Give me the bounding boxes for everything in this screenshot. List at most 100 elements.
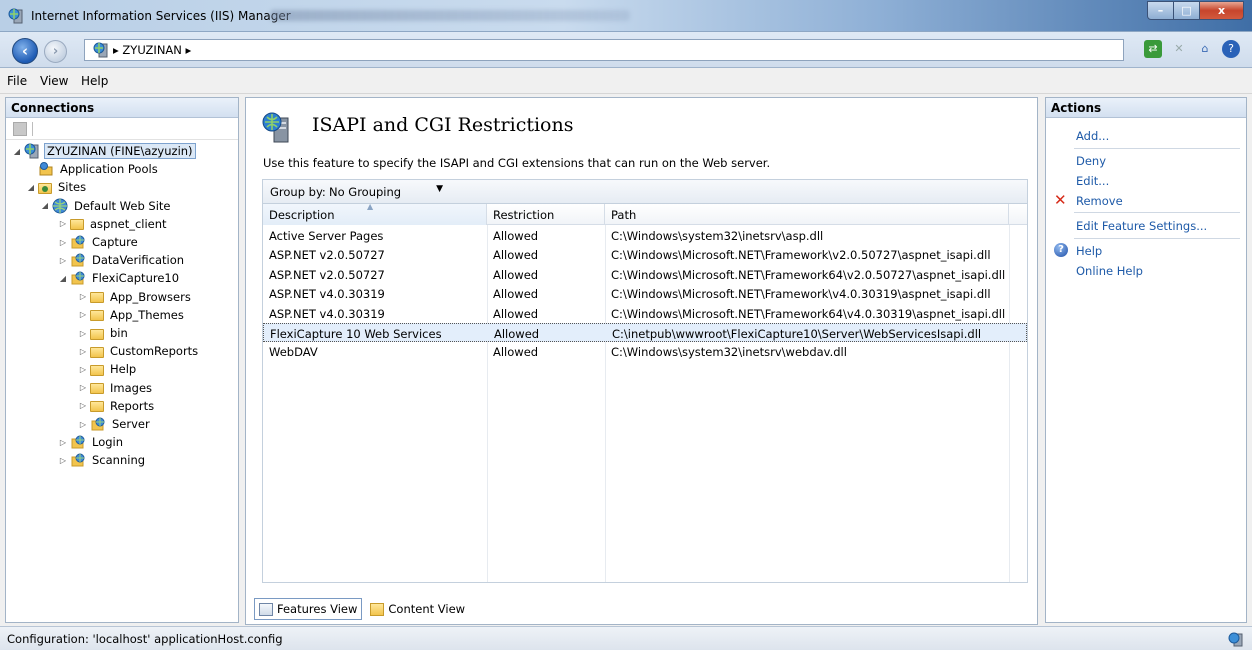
expand-icon[interactable]: ▷ bbox=[58, 456, 68, 465]
tree-node[interactable]: ◢ ZYUZINAN (FINE\azyuzin) bbox=[12, 142, 196, 160]
window-title: Internet Information Services (IIS) Mana… bbox=[31, 9, 291, 23]
cell-restriction: Allowed bbox=[493, 267, 539, 282]
tab-content-view[interactable]: Content View bbox=[366, 598, 469, 620]
help-menu-icon[interactable]: ? bbox=[1222, 40, 1240, 58]
folder-icon bbox=[90, 364, 104, 376]
tree-node[interactable]: ▷ CustomReports bbox=[78, 342, 200, 360]
tree-node[interactable]: ▷ Help bbox=[78, 360, 138, 378]
group-by-select[interactable]: No Grouping ▼ bbox=[329, 183, 447, 199]
status-text: Configuration: 'localhost' applicationHo… bbox=[7, 632, 283, 646]
back-button[interactable]: ‹ bbox=[12, 38, 38, 64]
expand-icon[interactable]: ▷ bbox=[78, 310, 88, 319]
tree-node[interactable]: ▷ Capture bbox=[58, 233, 140, 251]
action-help[interactable]: Help bbox=[1076, 244, 1102, 258]
blurred-caption bbox=[270, 10, 630, 21]
tree-node[interactable]: ▷ aspnet_client bbox=[58, 215, 169, 233]
tree-node[interactable]: ▷ Login bbox=[58, 433, 125, 451]
forward-button[interactable]: › bbox=[44, 40, 67, 63]
expand-icon[interactable]: ▷ bbox=[58, 256, 68, 265]
cell-path: C:\inetpub\wwwroot\FlexiCapture10\Server… bbox=[612, 327, 982, 341]
group-by-value: No Grouping bbox=[329, 185, 402, 199]
page-title: ISAPI and CGI Restrictions bbox=[312, 114, 574, 136]
table-row[interactable]: FlexiCapture 10 Web Services Allowed C:\in… bbox=[263, 323, 1027, 342]
tree-node[interactable]: ▷ Scanning bbox=[58, 451, 147, 469]
tree-node-label: CustomReports bbox=[110, 344, 199, 359]
tree-node-label: Scanning bbox=[92, 453, 146, 468]
address-box[interactable]: ▸ ZYUZINAN ▸ bbox=[84, 39, 1124, 61]
cell-description: ASP.NET v4.0.30319 bbox=[269, 287, 385, 302]
table-row[interactable]: ASP.NET v4.0.30319 Allowed C:\Windows\Micr… bbox=[263, 284, 1027, 303]
tree-node[interactable]: ▷ Reports bbox=[78, 397, 156, 415]
collapse-icon[interactable]: ◢ bbox=[58, 274, 68, 283]
table-row[interactable]: ASP.NET v2.0.50727 Allowed C:\Windows\Micr… bbox=[263, 245, 1027, 264]
action-edit[interactable]: Edit... bbox=[1076, 174, 1109, 188]
expand-icon[interactable]: ▷ bbox=[58, 438, 68, 447]
server-icon bbox=[93, 42, 108, 58]
web-app-icon bbox=[90, 416, 106, 432]
menu-view[interactable]: View bbox=[40, 74, 68, 88]
folder-icon bbox=[90, 383, 104, 395]
tree-node[interactable]: ▷ Images bbox=[78, 379, 154, 397]
column-header-path[interactable]: Path bbox=[605, 204, 1009, 225]
table-row[interactable]: WebDAV Allowed C:\Windows\system32\inetsrv… bbox=[263, 342, 1027, 361]
actions-header: Actions bbox=[1046, 98, 1246, 118]
collapse-icon[interactable]: ◢ bbox=[12, 147, 22, 156]
breadcrumb[interactable]: ▸ ZYUZINAN ▸ bbox=[113, 43, 191, 57]
expand-icon[interactable]: ▷ bbox=[78, 365, 88, 374]
expand-icon[interactable]: ▷ bbox=[78, 347, 88, 356]
tree-node[interactable]: ▷ DataVerification bbox=[58, 251, 186, 269]
tree-node[interactable]: ◢ Sites bbox=[26, 178, 88, 196]
tree-node[interactable]: ◢ FlexiCapture10 bbox=[58, 269, 181, 287]
new-connection-icon[interactable] bbox=[13, 122, 27, 136]
expand-icon[interactable]: ▷ bbox=[78, 383, 88, 392]
column-header-description[interactable]: ▲ Description bbox=[263, 204, 487, 225]
minimize-button[interactable]: – bbox=[1147, 1, 1174, 20]
home-icon[interactable]: ⌂ bbox=[1196, 40, 1214, 58]
tree-node-label: ZYUZINAN (FINE\azyuzin) bbox=[44, 143, 196, 159]
expand-icon[interactable]: ▷ bbox=[58, 219, 68, 228]
tree-node-label: bin bbox=[110, 326, 128, 340]
tree-node-label: Capture bbox=[92, 235, 138, 249]
expand-icon[interactable]: ▷ bbox=[78, 420, 88, 429]
action-edit-feature-settings[interactable]: Edit Feature Settings... bbox=[1076, 219, 1207, 233]
table-row[interactable]: Active Server Pages Allowed C:\Windows\sys… bbox=[263, 226, 1027, 245]
group-by-bar: Group by: No Grouping ▼ bbox=[262, 179, 1028, 203]
tree-node[interactable]: ▷ App_Browsers bbox=[78, 288, 193, 306]
menu-help[interactable]: Help bbox=[81, 74, 108, 88]
table-row[interactable]: ASP.NET v4.0.30319 Allowed C:\Windows\Micr… bbox=[263, 304, 1027, 323]
action-deny[interactable]: Deny bbox=[1076, 154, 1106, 168]
table-row[interactable]: ASP.NET v2.0.50727 Allowed C:\Windows\Micr… bbox=[263, 265, 1027, 284]
cell-restriction: Allowed bbox=[493, 287, 539, 302]
cell-description: WebDAV bbox=[269, 345, 318, 360]
connect-icon[interactable]: ⇄ bbox=[1144, 40, 1162, 58]
expand-icon[interactable]: ▷ bbox=[78, 292, 88, 301]
web-app-icon bbox=[70, 434, 86, 450]
tree-node[interactable]: ▷ Server bbox=[78, 415, 152, 433]
cell-description: Active Server Pages bbox=[269, 229, 384, 243]
cell-path: C:\Windows\system32\inetsrv\asp.dll bbox=[611, 229, 824, 243]
tree-node[interactable]: ▷ bin bbox=[78, 324, 130, 342]
cell-restriction: Allowed bbox=[494, 327, 540, 341]
web-app-icon bbox=[70, 234, 86, 250]
action-add[interactable]: Add... bbox=[1076, 129, 1109, 143]
menu-file[interactable]: File bbox=[7, 74, 27, 88]
column-header-restriction[interactable]: Restriction bbox=[487, 204, 605, 225]
tree-node[interactable]: ▷ App_Themes bbox=[78, 306, 186, 324]
title-bar: Internet Information Services (IIS) Mana… bbox=[0, 0, 1252, 32]
tab-features-view[interactable]: Features View bbox=[254, 598, 363, 620]
folder-icon bbox=[90, 328, 104, 340]
action-remove[interactable]: Remove bbox=[1076, 194, 1123, 208]
close-button[interactable]: x bbox=[1200, 1, 1244, 20]
stop-icon[interactable]: ✕ bbox=[1170, 40, 1188, 58]
tree-node[interactable]: Application Pools bbox=[26, 160, 160, 178]
maximize-button[interactable]: □ bbox=[1174, 1, 1200, 20]
cell-restriction: Allowed bbox=[493, 345, 539, 360]
collapse-icon[interactable]: ◢ bbox=[26, 183, 36, 192]
action-online-help[interactable]: Online Help bbox=[1076, 264, 1143, 278]
expand-icon[interactable]: ▷ bbox=[78, 401, 88, 410]
collapse-icon[interactable]: ◢ bbox=[40, 201, 50, 210]
expand-icon[interactable]: ▷ bbox=[78, 329, 88, 338]
tree-node[interactable]: ◢ Default Web Site bbox=[40, 197, 172, 215]
app-pools-icon bbox=[38, 161, 54, 177]
expand-icon[interactable]: ▷ bbox=[58, 238, 68, 247]
